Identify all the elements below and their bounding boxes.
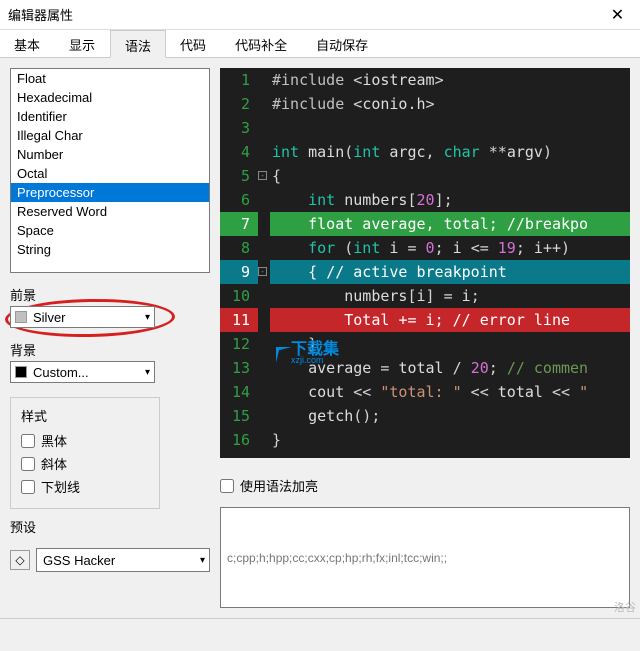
foreground-label: 前景: [10, 285, 210, 304]
extensions-input[interactable]: [220, 507, 630, 608]
right-panel: 1#include <iostream>2#include <conio.h>3…: [220, 68, 630, 608]
token-listbox[interactable]: FloatHexadecimalIdentifierIllegal CharNu…: [10, 68, 210, 273]
preset-label: 预设: [10, 517, 210, 536]
background-value: Custom...: [33, 365, 89, 380]
background-swatch: [15, 366, 27, 378]
tab-5[interactable]: 自动保存: [302, 30, 383, 57]
foreground-combo[interactable]: Silver ▾: [10, 306, 155, 328]
tab-1[interactable]: 显示: [55, 30, 110, 57]
tab-strip: 基本显示语法代码代码补全自动保存: [0, 30, 640, 58]
background-combo[interactable]: Custom... ▾: [10, 361, 155, 383]
titlebar: 编辑器属性 ✕: [0, 0, 640, 30]
list-item[interactable]: Preprocessor: [11, 183, 209, 202]
tab-4[interactable]: 代码补全: [221, 30, 302, 57]
bottom-bar: [0, 618, 640, 651]
content: FloatHexadecimalIdentifierIllegal CharNu…: [0, 58, 640, 618]
corner-label: 洛谷: [614, 599, 636, 615]
list-item[interactable]: Float: [11, 69, 209, 88]
style-label: 样式: [21, 406, 149, 425]
foreground-swatch: [15, 311, 27, 323]
preset-group: 预设 ◇ GSS Hacker ▾: [10, 517, 210, 572]
preset-value: GSS Hacker: [43, 553, 115, 568]
close-button[interactable]: ✕: [595, 0, 640, 30]
syntax-row: 使用语法加亮: [220, 474, 630, 497]
code-preview: 1#include <iostream>2#include <conio.h>3…: [220, 68, 630, 458]
list-item[interactable]: Reserved Word: [11, 202, 209, 221]
left-panel: FloatHexadecimalIdentifierIllegal CharNu…: [10, 68, 210, 608]
chevron-down-icon: ▾: [200, 555, 205, 566]
list-item[interactable]: Illegal Char: [11, 126, 209, 145]
background-group: 背景 Custom... ▾: [10, 340, 210, 383]
list-item[interactable]: Space: [11, 221, 209, 240]
list-item[interactable]: Octal: [11, 164, 209, 183]
list-item[interactable]: Hexadecimal: [11, 88, 209, 107]
style-group: 样式 黑体 斜体 下划线: [10, 397, 160, 509]
preset-icon[interactable]: ◇: [10, 550, 30, 570]
window-title: 编辑器属性: [8, 5, 73, 24]
tab-3[interactable]: 代码: [166, 30, 221, 57]
syntax-highlight-checkbox[interactable]: 使用语法加亮: [220, 474, 318, 497]
bold-checkbox[interactable]: 黑体: [21, 429, 149, 452]
background-label: 背景: [10, 340, 210, 359]
tab-0[interactable]: 基本: [0, 30, 55, 57]
foreground-value: Silver: [33, 310, 66, 325]
underline-checkbox[interactable]: 下划线: [21, 475, 149, 498]
tab-2[interactable]: 语法: [110, 30, 166, 58]
list-item[interactable]: Identifier: [11, 107, 209, 126]
foreground-group: 前景 Silver ▾: [10, 285, 210, 328]
chevron-down-icon: ▾: [145, 367, 150, 378]
preset-combo[interactable]: GSS Hacker ▾: [36, 548, 210, 572]
list-item[interactable]: String: [11, 240, 209, 259]
chevron-down-icon: ▾: [145, 312, 150, 323]
list-item[interactable]: Number: [11, 145, 209, 164]
italic-checkbox[interactable]: 斜体: [21, 452, 149, 475]
